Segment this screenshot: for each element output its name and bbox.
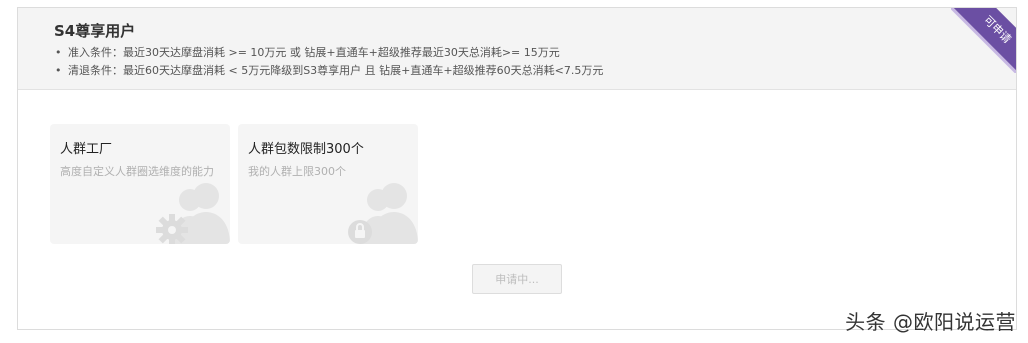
status-ribbon: 可申请 xyxy=(951,8,1016,73)
card-description: 高度自定义人群圈选维度的能力 xyxy=(60,165,214,178)
conditions-list: • 准入条件：最近30天达摩盘消耗 >= 10万元 或 钻展+直通车+超级推荐最… xyxy=(54,44,603,80)
bullet: • xyxy=(55,46,62,59)
panel-title: S4尊享用户 xyxy=(54,22,136,40)
condition-entry: • 准入条件：最近30天达摩盘消耗 >= 10万元 或 钻展+直通车+超级推荐最… xyxy=(54,44,603,62)
feature-card-crowd-factory: 人群工厂 高度自定义人群圈选维度的能力 xyxy=(50,124,230,244)
exit-condition-text: 清退条件：最近60天达摩盘消耗 < 5万元降级到S3尊享用户 且 钻展+直通车+… xyxy=(68,64,604,77)
bullet: • xyxy=(55,64,62,77)
panel-header: S4尊享用户 • 准入条件：最近30天达摩盘消耗 >= 10万元 或 钻展+直通… xyxy=(18,8,1016,90)
card-title: 人群工厂 xyxy=(60,142,113,157)
card-title: 人群包数限制300个 xyxy=(248,142,364,157)
users-lock-icon xyxy=(348,183,418,244)
watermark: 头条 @欧阳说运营 xyxy=(845,310,1016,334)
condition-exit: • 清退条件：最近60天达摩盘消耗 < 5万元降级到S3尊享用户 且 钻展+直通… xyxy=(54,62,603,80)
feature-card-crowd-limit: 人群包数限制300个 我的人群上限300个 xyxy=(238,124,418,244)
entry-condition-text: 准入条件：最近30天达摩盘消耗 >= 10万元 或 钻展+直通车+超级推荐最近3… xyxy=(68,46,560,59)
apply-button[interactable]: 申请中... xyxy=(472,264,562,294)
card-description: 我的人群上限300个 xyxy=(248,165,346,178)
privilege-panel: S4尊享用户 • 准入条件：最近30天达摩盘消耗 >= 10万元 或 钻展+直通… xyxy=(17,7,1017,330)
users-gear-icon xyxy=(156,183,230,244)
ribbon-label: 可申请 xyxy=(951,8,1016,73)
